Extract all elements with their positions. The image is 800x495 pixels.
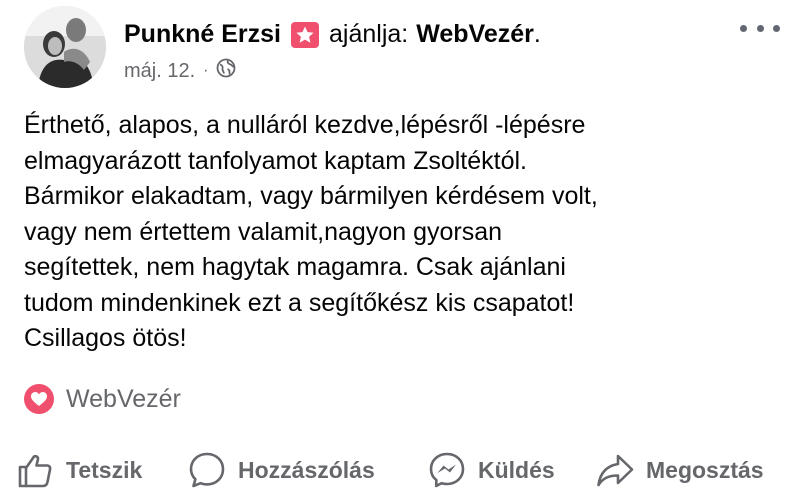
heart-icon xyxy=(24,384,54,414)
thumbs-up-icon xyxy=(14,449,56,491)
period: . xyxy=(533,20,541,48)
comment-icon xyxy=(186,449,228,491)
like-button[interactable]: Tetszik xyxy=(14,448,142,492)
review-line: Csillagos ötös! xyxy=(24,324,187,352)
like-label: Tetszik xyxy=(66,456,143,483)
review-text: Érthető, alapos, a nulláról kezdve,lépés… xyxy=(24,108,784,357)
send-label: Küldés xyxy=(478,456,555,483)
meta-separator: · xyxy=(203,62,209,79)
review-line: Érthető, alapos, a nulláról kezdve,lépés… xyxy=(24,111,586,139)
share-icon xyxy=(594,449,636,491)
review-line: tudom mindenkinek ezt a segítőkész kis c… xyxy=(24,288,575,317)
send-button[interactable]: Küldés xyxy=(426,448,555,492)
post-date[interactable]: máj. 12. xyxy=(124,60,195,83)
recommend-verb: ajánlja: xyxy=(329,20,409,48)
review-line: elmagyarázott tanfolyamot kaptam Zsolték… xyxy=(24,146,528,175)
dot xyxy=(756,24,764,32)
globe-icon xyxy=(216,58,236,84)
comment-label: Hozzászólás xyxy=(238,456,375,483)
share-button[interactable]: Megosztás xyxy=(594,448,764,492)
action-bar: Tetszik Hozzászólás Küldés Megosztás xyxy=(14,448,790,492)
review-line: segítettek, nem hagytak magamra. Csak aj… xyxy=(24,253,566,281)
dot xyxy=(773,24,780,32)
author-name[interactable]: Punkné Erzsi xyxy=(124,20,281,49)
more-options-icon[interactable] xyxy=(740,16,780,40)
tag-label: WebVezér xyxy=(66,384,181,413)
review-line: vagy nem értettem valamit,nagyon gyorsan xyxy=(24,217,503,246)
avatar[interactable] xyxy=(24,6,106,88)
dot xyxy=(740,24,747,32)
author-line: Punkné Erzsi ajánlja: WebVezér. xyxy=(124,20,541,49)
recommendation-star-icon xyxy=(291,21,319,48)
reaction-tag[interactable]: WebVezér xyxy=(24,382,181,416)
post-header: Punkné Erzsi ajánlja: WebVezér. máj. 12.… xyxy=(24,6,784,88)
share-label: Megosztás xyxy=(646,456,764,483)
review-line: Bármikor elakadtam, vagy bármilyen kérdé… xyxy=(24,182,598,210)
post-meta: máj. 12. · xyxy=(124,58,236,84)
page-name-link[interactable]: WebVezér xyxy=(416,20,534,49)
comment-button[interactable]: Hozzászólás xyxy=(186,448,375,492)
messenger-icon xyxy=(426,449,468,491)
